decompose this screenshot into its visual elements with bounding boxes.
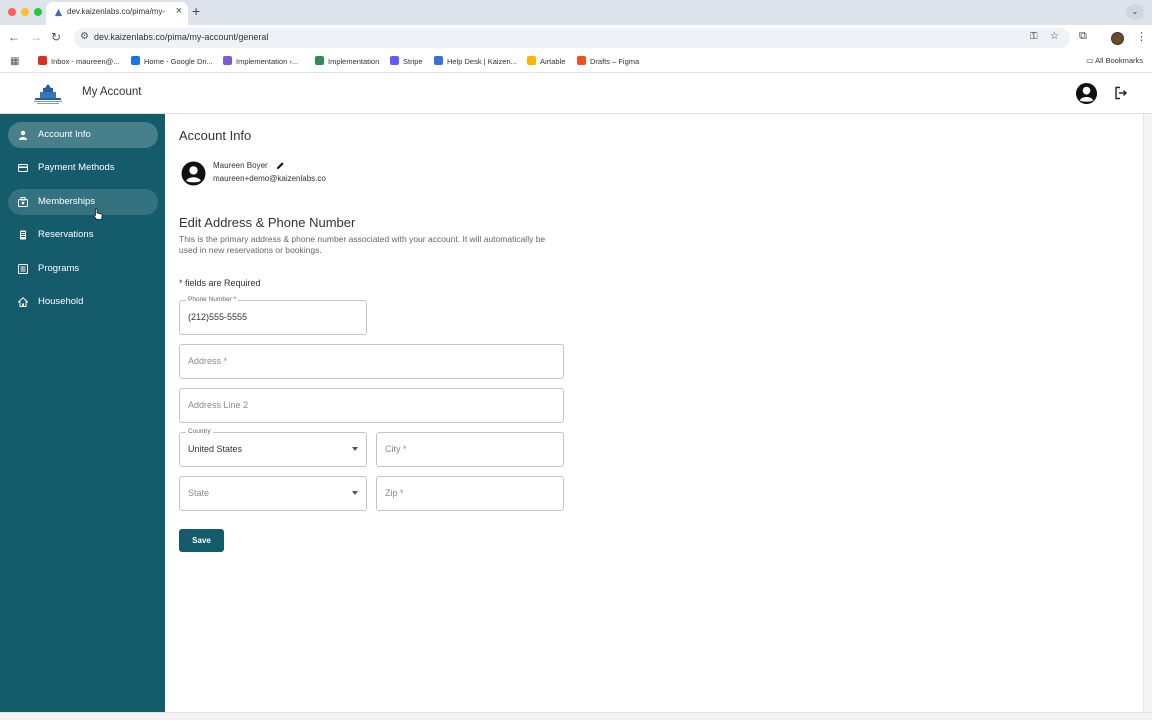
extensions-icon[interactable]: ⧉ (1079, 30, 1087, 43)
zip-field[interactable]: Zip * (376, 476, 564, 511)
forward-icon[interactable]: → (30, 30, 42, 44)
sidebar-item-payment-methods[interactable]: Payment Methods (8, 155, 158, 181)
sidebar-item-memberships[interactable]: Memberships (8, 189, 158, 215)
bookmark-help-desk[interactable]: Help Desk | Kaizen... (434, 56, 517, 66)
bookmarks-bar: ▦ Inbox - maureen@... Home - Google Dri.… (0, 51, 1152, 73)
county-building-logo[interactable] (32, 83, 64, 105)
address-bar[interactable]: ⚙ dev.kaizenlabs.co/pima/my-account/gene… (74, 28, 1070, 48)
browser-tab-strip: dev.kaizenlabs.co/pima/my- × + ⌄ (0, 0, 1152, 25)
edit-pencil-icon[interactable] (276, 161, 285, 170)
mouse-pointer-icon (93, 208, 103, 220)
person-icon (19, 130, 27, 140)
tab-title: dev.kaizenlabs.co/pima/my- (67, 7, 165, 16)
phone-number-field[interactable]: Phone Number * (212)555-5555 (179, 296, 367, 335)
back-icon[interactable]: ← (8, 30, 20, 44)
address-line-2-placeholder: Address Line 2 (188, 400, 249, 410)
notion-icon (223, 56, 232, 65)
country-value: United States (188, 444, 243, 454)
chevron-down-icon (352, 447, 358, 451)
state-select[interactable]: State (179, 476, 367, 511)
browser-menu-icon[interactable]: ⋮ (1136, 30, 1147, 43)
bookmark-inbox[interactable]: Inbox - maureen@... (38, 56, 119, 66)
drive-icon (131, 56, 140, 65)
new-tab-icon[interactable]: + (192, 3, 200, 19)
site-info-icon[interactable]: ⚙ (80, 31, 89, 42)
url-text: dev.kaizenlabs.co/pima/my-account/genera… (94, 32, 269, 42)
bookmark-airtable[interactable]: Airtable (527, 56, 565, 66)
site-favicon-icon (54, 8, 63, 17)
bookmark-figma[interactable]: Drafts – Figma (577, 56, 639, 66)
gmail-icon (38, 56, 47, 65)
sidebar-item-reservations[interactable]: Reservations (8, 222, 158, 248)
browser-tab[interactable]: dev.kaizenlabs.co/pima/my- × (46, 2, 188, 25)
city-field[interactable]: City * (376, 432, 564, 467)
bookmark-stripe[interactable]: Stripe (390, 56, 423, 66)
scrollbar[interactable] (1143, 114, 1152, 712)
section-description: This is the primary address & phone numb… (179, 234, 546, 255)
reservation-icon (20, 230, 26, 240)
address-field[interactable]: Address * (179, 344, 564, 379)
browser-toolbar: ← → ↻ ⚙ dev.kaizenlabs.co/pima/my-accoun… (0, 25, 1152, 51)
section-title: Edit Address & Phone Number (179, 215, 356, 230)
zip-placeholder: Zip * (385, 488, 404, 498)
sidebar-item-programs[interactable]: Programs (8, 256, 158, 282)
bookmark-implementation[interactable]: Implementation (315, 56, 379, 66)
city-placeholder: City * (385, 444, 407, 454)
window-bottom-edge (0, 712, 1152, 720)
close-window-button[interactable] (8, 8, 16, 16)
bookmark-star-icon[interactable]: ☆ (1050, 31, 1059, 42)
user-avatar-icon (181, 161, 206, 186)
user-email: maureen+demo@kaizenlabs.co (213, 174, 326, 183)
country-label: Country (186, 428, 213, 435)
page-header-title: My Account (82, 86, 142, 98)
credit-card-icon (18, 164, 28, 172)
password-key-icon[interactable]: ⚿ (1030, 31, 1038, 42)
maximize-window-button[interactable] (34, 8, 42, 16)
country-select[interactable]: Country United States (179, 428, 367, 467)
bookmark-google-drive[interactable]: Home - Google Dri... (131, 56, 213, 66)
figma-icon (577, 56, 586, 65)
stripe-icon (390, 56, 399, 65)
airtable-icon (527, 56, 536, 65)
user-name: Maureen Boyer (213, 161, 268, 170)
phone-number-label: Phone Number * (186, 296, 239, 303)
home-icon (18, 297, 28, 307)
phone-number-value: (212)555-5555 (188, 312, 248, 322)
address-placeholder: Address * (188, 356, 228, 366)
all-bookmarks-button[interactable]: ▭ All Bookmarks (1086, 56, 1143, 65)
pen-icon (315, 56, 324, 65)
save-button[interactable]: Save (179, 529, 224, 552)
app-header: My Account (0, 73, 1152, 114)
bookmark-implementation-notion[interactable]: Implementation ›... (223, 56, 298, 66)
membership-icon (18, 197, 28, 207)
tab-search-icon[interactable]: ⌄ (1126, 4, 1144, 20)
programs-icon (18, 264, 28, 274)
folder-icon: ▭ (1086, 56, 1096, 65)
sidebar-item-household[interactable]: Household (8, 289, 158, 315)
apps-grid-icon[interactable]: ▦ (10, 56, 19, 67)
sidebar: Account Info Payment Methods Memberships… (0, 114, 165, 712)
required-fields-note: * fields are Required (179, 278, 261, 288)
tab-close-icon[interactable]: × (176, 5, 182, 17)
page-title: Account Info (179, 128, 252, 143)
logout-icon[interactable] (1114, 86, 1128, 100)
reload-icon[interactable]: ↻ (51, 30, 61, 44)
sidebar-item-account-info[interactable]: Account Info (8, 122, 158, 148)
state-placeholder: State (188, 488, 210, 498)
chevron-down-icon (352, 491, 358, 495)
main-content: Account Info Maureen Boyer maureen+demo@… (165, 114, 1143, 712)
helpdesk-icon (434, 56, 443, 65)
browser-profile-avatar[interactable] (1111, 32, 1124, 45)
account-circle-icon[interactable] (1075, 82, 1098, 105)
minimize-window-button[interactable] (21, 8, 29, 16)
address-line-2-field[interactable]: Address Line 2 (179, 388, 564, 423)
